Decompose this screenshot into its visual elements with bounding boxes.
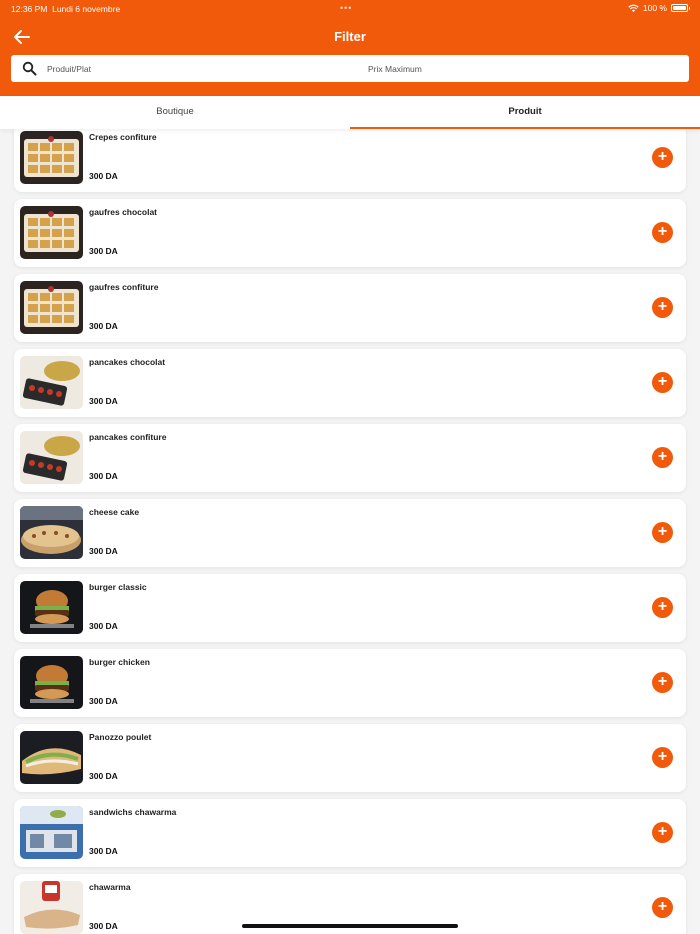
product-card[interactable]: gaufres confiture 300 DA + [14, 274, 686, 342]
add-to-cart-button[interactable]: + [652, 822, 673, 843]
product-image [20, 356, 83, 409]
page-title: Filter [334, 29, 366, 44]
product-image [20, 131, 83, 184]
plus-icon: + [657, 148, 668, 165]
product-price: 300 DA [89, 171, 118, 181]
product-price: 300 DA [89, 921, 118, 931]
product-price: 300 DA [89, 621, 118, 631]
product-search-input[interactable] [47, 55, 347, 82]
plus-icon: + [657, 598, 668, 615]
search-icon [22, 61, 37, 76]
battery-percent: 100 % [642, 3, 667, 13]
product-card[interactable]: pancakes confiture 300 DA + [14, 424, 686, 492]
product-price: 300 DA [89, 471, 118, 481]
app-header: 12:36 PM Lundi 6 novembre ••• 100 % Filt… [0, 0, 700, 96]
status-time: 12:36 PM Lundi 6 novembre [11, 4, 121, 14]
product-card[interactable]: sandwichs chawarma 300 DA + [14, 799, 686, 867]
product-card[interactable]: burger classic 300 DA + [14, 574, 686, 642]
product-list[interactable]: Crepes confiture 300 DA + gaufres chocolat 3… [0, 129, 700, 934]
product-card[interactable]: gaufres chocolat 300 DA + [14, 199, 686, 267]
product-name: pancakes chocolat [89, 357, 166, 367]
product-image [20, 881, 83, 934]
product-name: gaufres chocolat [89, 207, 158, 217]
add-to-cart-button[interactable]: + [652, 147, 673, 168]
add-to-cart-button[interactable]: + [652, 747, 673, 768]
plus-icon: + [657, 898, 668, 915]
product-name: Crepes confiture [89, 132, 157, 142]
product-name: burger classic [89, 582, 147, 592]
plus-icon: + [657, 373, 668, 390]
product-card[interactable]: burger chicken 300 DA + [14, 649, 686, 717]
product-card[interactable]: Crepes confiture 300 DA + [14, 129, 686, 192]
battery-icon [671, 4, 690, 12]
product-name: gaufres confiture [89, 282, 159, 292]
add-to-cart-button[interactable]: + [652, 447, 673, 468]
product-name: cheese cake [89, 507, 140, 517]
product-price: 300 DA [89, 771, 118, 781]
product-name: burger chicken [89, 657, 150, 667]
product-image [20, 731, 83, 784]
plus-icon: + [657, 823, 668, 840]
product-name: Panozzo poulet [89, 732, 152, 742]
tab-bar: Boutique Produit [0, 96, 700, 129]
plus-icon: + [657, 523, 668, 540]
add-to-cart-button[interactable]: + [652, 372, 673, 393]
wifi-icon [628, 4, 639, 12]
home-indicator[interactable] [242, 924, 458, 928]
add-to-cart-button[interactable]: + [652, 897, 673, 918]
add-to-cart-button[interactable]: + [652, 222, 673, 243]
product-image [20, 806, 83, 859]
product-name: pancakes confiture [89, 432, 167, 442]
product-image [20, 431, 83, 484]
product-name: chawarma [89, 882, 131, 892]
product-price: 300 DA [89, 546, 118, 556]
plus-icon: + [657, 448, 668, 465]
product-price: 300 DA [89, 396, 118, 406]
add-to-cart-button[interactable]: + [652, 672, 673, 693]
product-card[interactable]: cheese cake 300 DA + [14, 499, 686, 567]
search-bar [11, 55, 689, 82]
plus-icon: + [657, 748, 668, 765]
product-price: 300 DA [89, 846, 118, 856]
product-price: 300 DA [89, 321, 118, 331]
multitasking-dots[interactable]: ••• [340, 3, 352, 13]
product-card[interactable]: Panozzo poulet 300 DA + [14, 724, 686, 792]
max-price-input[interactable] [368, 55, 668, 82]
product-price: 300 DA [89, 246, 118, 256]
tab-produit[interactable]: Produit [350, 96, 700, 129]
plus-icon: + [657, 298, 668, 315]
product-image [20, 506, 83, 559]
status-bar: 12:36 PM Lundi 6 novembre ••• 100 % [0, 0, 700, 18]
add-to-cart-button[interactable]: + [652, 597, 673, 618]
plus-icon: + [657, 673, 668, 690]
plus-icon: + [657, 223, 668, 240]
product-image [20, 281, 83, 334]
product-image [20, 656, 83, 709]
product-card[interactable]: pancakes chocolat 300 DA + [14, 349, 686, 417]
product-price: 300 DA [89, 696, 118, 706]
add-to-cart-button[interactable]: + [652, 522, 673, 543]
product-name: sandwichs chawarma [89, 807, 177, 817]
product-image [20, 581, 83, 634]
add-to-cart-button[interactable]: + [652, 297, 673, 318]
product-image [20, 206, 83, 259]
tab-boutique[interactable]: Boutique [0, 96, 350, 129]
